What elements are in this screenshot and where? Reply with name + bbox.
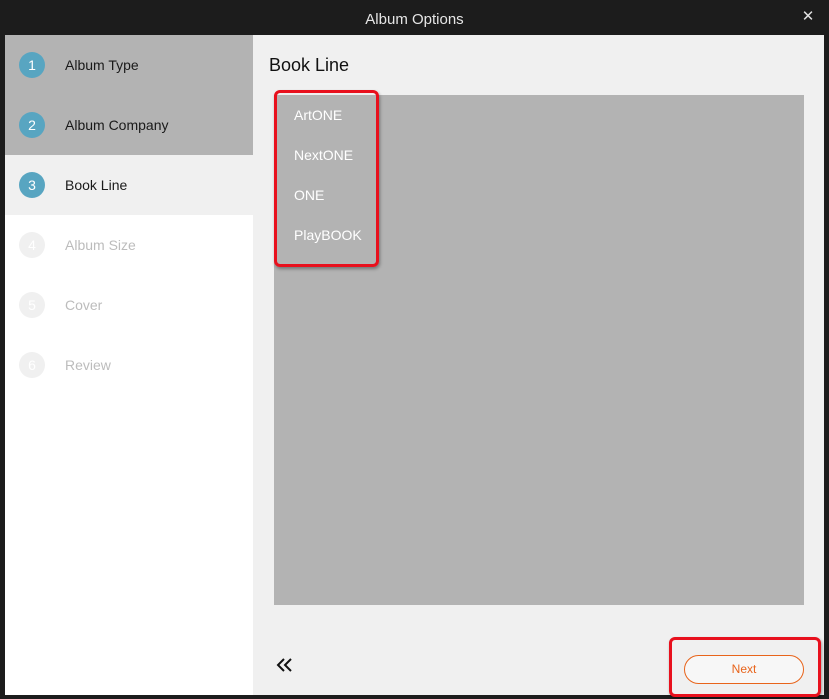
step-number: 1: [19, 52, 45, 78]
step-label: Cover: [65, 297, 103, 313]
step-label: Book Line: [65, 177, 128, 193]
step-cover: 5 Cover: [5, 275, 253, 335]
page-title: Book Line: [269, 55, 350, 75]
steps-sidebar: 1 Album Type 2 Album Company 3 Book Line…: [5, 35, 253, 695]
step-label: Album Size: [65, 237, 136, 253]
step-album-size: 4 Album Size: [5, 215, 253, 275]
step-label: Album Company: [65, 117, 169, 133]
list-item-playbook[interactable]: PlayBOOK: [294, 225, 362, 245]
double-chevron-left-icon[interactable]: [275, 655, 295, 675]
step-album-company[interactable]: 2 Album Company: [5, 95, 253, 155]
step-number: 5: [19, 292, 45, 318]
step-label: Review: [65, 357, 111, 373]
window-edge: [0, 695, 829, 699]
book-line-list: ArtONE NextONE ONE PlayBOOK: [274, 95, 804, 605]
close-icon[interactable]: ✕: [801, 9, 815, 24]
step-album-type[interactable]: 1 Album Type: [5, 35, 253, 95]
step-number: 6: [19, 352, 45, 378]
step-book-line[interactable]: 3 Book Line: [5, 155, 253, 215]
step-review: 6 Review: [5, 335, 253, 395]
list-item-nextone[interactable]: NextONE: [294, 145, 353, 165]
step-number: 2: [19, 112, 45, 138]
step-label: Album Type: [65, 57, 139, 73]
album-options-dialog: Album Options ✕ 1 Album Type 2 Album Com…: [0, 0, 829, 699]
window-edge: [824, 35, 829, 699]
next-button[interactable]: Next: [684, 655, 804, 684]
list-item-artone[interactable]: ArtONE: [294, 105, 342, 125]
step-number: 4: [19, 232, 45, 258]
step-number: 3: [19, 172, 45, 198]
main-panel: Book Line ArtONE NextONE ONE PlayBOOK Ne…: [253, 35, 824, 695]
list-item-one[interactable]: ONE: [294, 185, 324, 205]
title-bar: Album Options ✕: [0, 0, 829, 35]
dialog-title: Album Options: [365, 11, 464, 28]
